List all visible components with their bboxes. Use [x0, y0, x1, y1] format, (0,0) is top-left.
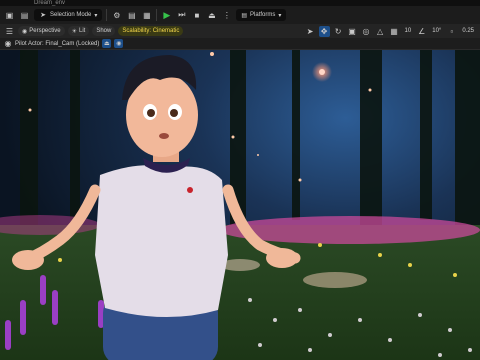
grid-snap-value[interactable]: 10: [403, 28, 414, 34]
selection-mode-label: Selection Mode: [50, 12, 92, 18]
scalability-badge[interactable]: Scalability: Cinematic: [118, 26, 184, 36]
toolbar-divider: [156, 9, 158, 21]
perspective-label: Perspective: [29, 28, 61, 34]
character-mouth: [159, 133, 169, 139]
cinematics-icon[interactable]: ▦: [141, 10, 152, 21]
pilot-bar: ◉ Pilot Actor: Final_Cam (Locked) ⏏ ◉: [0, 38, 480, 50]
shirt-logo: [187, 187, 193, 193]
pilot-camera-icon: ◉: [4, 39, 12, 48]
chevron-down-icon: ▾: [278, 12, 282, 19]
move-icon[interactable]: ✥: [318, 25, 330, 37]
toolbar-divider: [106, 9, 108, 21]
scale-snap-icon[interactable]: ▫: [446, 26, 457, 37]
view-mode-button[interactable]: ☀ Lit: [67, 26, 90, 36]
grid-icon[interactable]: ▦: [389, 26, 400, 37]
character-left-pupil: [147, 109, 155, 117]
viewport-toolbar: ☰ ◉ Perspective ☀ Lit Show Scalability: …: [0, 24, 480, 38]
save-icon[interactable]: ▣: [4, 10, 15, 21]
scale-snap-value[interactable]: 0.25: [460, 28, 476, 34]
meadow: [0, 225, 480, 360]
rock: [303, 272, 367, 288]
firefly: [319, 69, 325, 75]
lit-label: Lit: [79, 28, 86, 34]
character-right-hand: [266, 248, 298, 268]
main-toolbar: ▣ ▤ ➤ Selection Mode ▾ ⚙ ▤ ▦ ▶ ⏭ ■ ⏏ ⋮ ▤…: [0, 6, 480, 24]
platforms-dropdown[interactable]: ▤ Platforms ▾: [236, 9, 287, 21]
content-icon[interactable]: ▤: [19, 10, 30, 21]
pilot-actor-label: Pilot Actor: Final_Cam (Locked): [15, 40, 100, 47]
scene-render: [0, 50, 480, 360]
scalability-label: Scalability: Cinematic: [122, 28, 180, 34]
rotate-icon[interactable]: ↻: [333, 26, 344, 37]
show-button[interactable]: Show: [92, 26, 116, 36]
sequence-icon[interactable]: ▤: [126, 10, 137, 21]
play-icon[interactable]: ▶: [161, 10, 172, 21]
more-icon[interactable]: ⋮: [221, 10, 232, 21]
lit-icon: ☀: [71, 28, 77, 35]
camera-icon[interactable]: ◉: [114, 39, 124, 48]
step-icon[interactable]: ⏭: [176, 10, 187, 21]
viewport-menu-icon[interactable]: ☰: [4, 26, 15, 37]
select-icon[interactable]: ➤: [305, 26, 316, 37]
character-left-hand: [12, 250, 44, 270]
selection-mode-dropdown[interactable]: ➤ Selection Mode ▾: [34, 9, 103, 21]
level-viewport[interactable]: [0, 50, 480, 360]
character-shirt: [95, 165, 228, 318]
platforms-label: Platforms: [250, 12, 276, 18]
angle-icon[interactable]: ∠: [416, 26, 427, 37]
eject-pilot-icon[interactable]: ⏏: [102, 39, 112, 48]
character-right-pupil: [170, 109, 178, 117]
world-icon[interactable]: ◎: [361, 26, 372, 37]
select-mode-icon: ➤: [40, 12, 46, 19]
rotation-snap-value[interactable]: 10°: [430, 28, 443, 34]
stop-icon[interactable]: ■: [191, 10, 202, 21]
platforms-icon: ▤: [241, 12, 248, 19]
perspective-icon: ◉: [22, 28, 28, 35]
surface-snap-icon[interactable]: △: [375, 26, 386, 37]
show-label: Show: [96, 28, 112, 34]
chevron-down-icon: ▾: [94, 12, 98, 19]
eject-icon[interactable]: ⏏: [206, 10, 217, 21]
scale-icon[interactable]: ▣: [347, 26, 358, 37]
blueprint-icon[interactable]: ⚙: [111, 10, 122, 21]
perspective-button[interactable]: ◉ Perspective: [18, 26, 65, 36]
